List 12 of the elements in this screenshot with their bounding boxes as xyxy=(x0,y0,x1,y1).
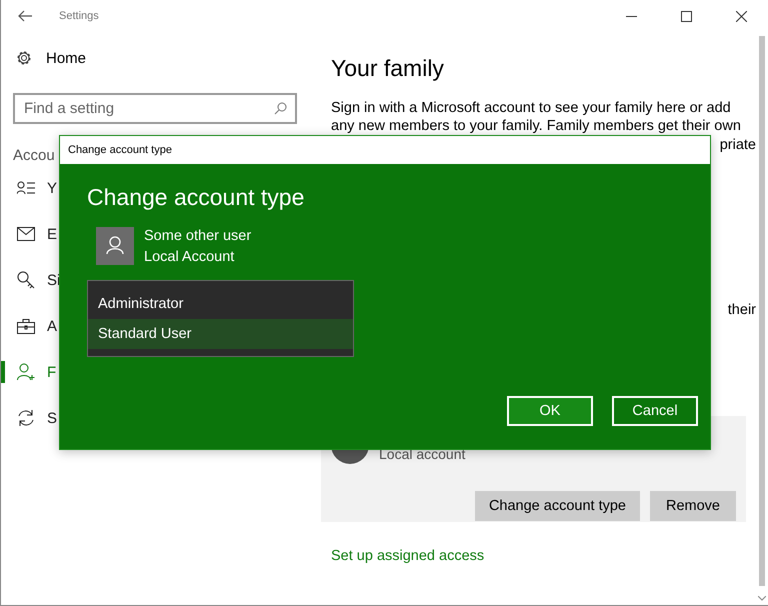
user-name: Some other user xyxy=(144,227,252,246)
description-text: priate xyxy=(720,136,756,155)
page-heading: Your family xyxy=(331,55,445,83)
description-text: their xyxy=(728,301,756,320)
section-heading: Accou xyxy=(13,147,55,165)
description-text: any new members to your family. Family members get their own xyxy=(331,117,742,135)
description-text: Sign in with a Microsoft account to see your family here or add xyxy=(331,99,732,117)
dialog-heading: Change account type xyxy=(87,184,306,211)
dialog-title: Change account type xyxy=(60,136,710,164)
account-type: Local account xyxy=(379,446,466,462)
window-title: Settings xyxy=(59,10,99,22)
user-account-type: Local Account xyxy=(144,248,236,267)
